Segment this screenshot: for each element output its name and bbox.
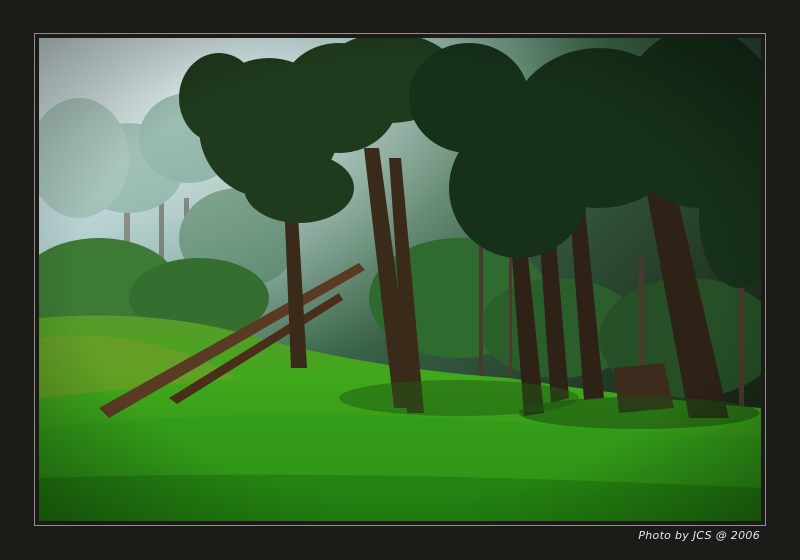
photo-frame: Photo by JCS @ 2006	[0, 0, 800, 560]
forest-scene	[39, 38, 761, 521]
forest-photo	[39, 38, 761, 521]
photo-credit-caption: Photo by JCS @ 2006	[638, 529, 760, 542]
